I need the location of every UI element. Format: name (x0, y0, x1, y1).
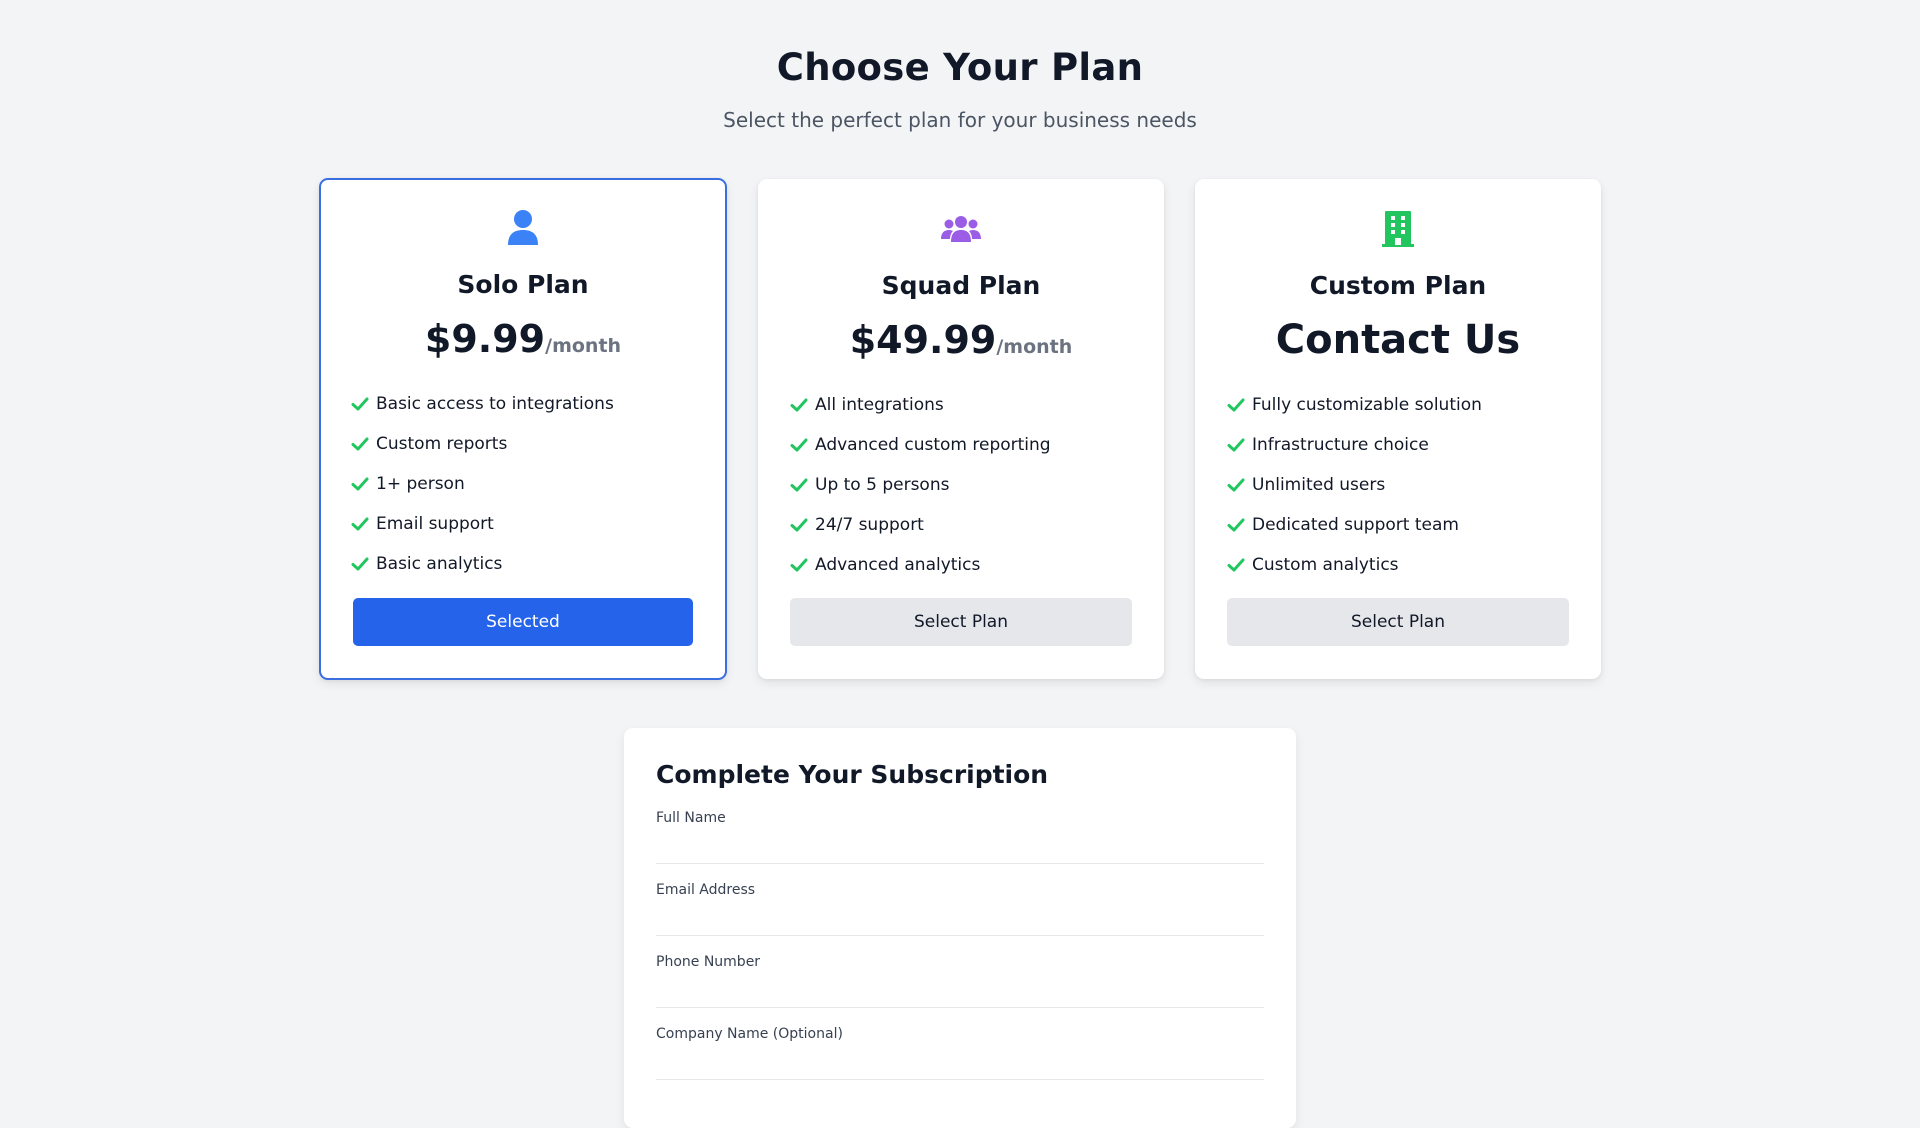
feature-label: Unlimited users (1252, 475, 1386, 495)
feature-item: Up to 5 persons (790, 465, 1132, 505)
feature-label: Basic analytics (376, 554, 503, 574)
feature-label: Email support (376, 514, 494, 534)
price-amount: $49.99 (849, 318, 997, 362)
check-icon (1227, 516, 1245, 534)
user-icon (351, 208, 695, 248)
users-icon (790, 209, 1132, 249)
check-icon (351, 435, 369, 453)
company-field: Company Name (Optional) (656, 1008, 1264, 1080)
feature-label: Dedicated support team (1252, 515, 1459, 535)
price: $9.99/month (351, 314, 695, 364)
phone-field: Phone Number (656, 936, 1264, 1008)
check-icon (790, 436, 808, 454)
plan-name: Solo Plan (457, 270, 589, 299)
price: Contact Us (1227, 315, 1569, 365)
full-name-input[interactable] (656, 830, 1264, 864)
feature-item: 24/7 support (790, 505, 1132, 545)
feature-label: Infrastructure choice (1252, 435, 1429, 455)
contact-us-label: Contact Us (1275, 317, 1521, 363)
select-plan-button[interactable]: Select Plan (1227, 598, 1569, 646)
check-icon (790, 476, 808, 494)
plan-name: Custom Plan (1309, 271, 1487, 300)
plan-card-squad[interactable]: Squad Plan $49.99/month All integrations… (758, 179, 1164, 679)
form-title: Complete Your Subscription (656, 760, 1049, 789)
feature-list: All integrations Advanced custom reporti… (790, 385, 1132, 585)
subscription-form: Complete Your Subscription Full Name Ema… (624, 728, 1296, 1128)
email-input[interactable] (656, 902, 1264, 936)
company-label: Company Name (Optional) (656, 1026, 843, 1042)
feature-label: Advanced custom reporting (815, 435, 1051, 455)
feature-label: 24/7 support (815, 515, 924, 535)
page-title: Choose Your Plan (776, 46, 1144, 89)
check-icon (351, 555, 369, 573)
check-icon (790, 396, 808, 414)
feature-item: Basic analytics (351, 544, 695, 584)
check-icon (1227, 396, 1245, 414)
check-icon (1227, 476, 1245, 494)
feature-label: Up to 5 persons (815, 475, 950, 495)
email-label: Email Address (656, 882, 756, 898)
plan-name: Squad Plan (881, 271, 1041, 300)
plan-list: Solo Plan $9.99/month Basic access to in… (319, 178, 1601, 680)
feature-item: Email support (351, 504, 695, 544)
full-name-label: Full Name (656, 810, 726, 826)
feature-list: Basic access to integrations Custom repo… (351, 384, 695, 584)
full-name-field: Full Name (656, 792, 1264, 864)
feature-label: Fully customizable solution (1252, 395, 1482, 415)
check-icon (351, 475, 369, 493)
company-input[interactable] (656, 1046, 1264, 1080)
feature-label: Custom analytics (1252, 555, 1399, 575)
price-period: /month (545, 335, 622, 357)
price-amount: $9.99 (424, 317, 546, 361)
feature-item: Custom analytics (1227, 545, 1569, 585)
check-icon (790, 556, 808, 574)
price: $49.99/month (790, 315, 1132, 365)
feature-label: Custom reports (376, 434, 508, 454)
select-plan-button[interactable]: Select Plan (790, 598, 1132, 646)
feature-item: Advanced analytics (790, 545, 1132, 585)
feature-label: Advanced analytics (815, 555, 981, 575)
price-period: /month (996, 336, 1073, 358)
check-icon (790, 516, 808, 534)
feature-item: Basic access to integrations (351, 384, 695, 424)
page-subtitle: Select the perfect plan for your busines… (723, 108, 1197, 132)
plan-card-custom[interactable]: Custom Plan Contact Us Fully customizabl… (1195, 179, 1601, 679)
email-field: Email Address (656, 864, 1264, 936)
feature-item: Dedicated support team (1227, 505, 1569, 545)
selected-button[interactable]: Selected (353, 598, 693, 646)
plan-card-solo[interactable]: Solo Plan $9.99/month Basic access to in… (319, 178, 727, 680)
check-icon (351, 515, 369, 533)
phone-label: Phone Number (656, 954, 761, 970)
page-header: Choose Your Plan Select the perfect plan… (0, 0, 1920, 133)
feature-label: All integrations (815, 395, 944, 415)
check-icon (1227, 556, 1245, 574)
feature-list: Fully customizable solution Infrastructu… (1227, 385, 1569, 585)
feature-item: Fully customizable solution (1227, 385, 1569, 425)
feature-item: Custom reports (351, 424, 695, 464)
feature-label: 1+ person (376, 474, 465, 494)
feature-item: 1+ person (351, 464, 695, 504)
feature-item: Advanced custom reporting (790, 425, 1132, 465)
feature-item: Unlimited users (1227, 465, 1569, 505)
building-icon (1227, 209, 1569, 249)
phone-input[interactable] (656, 974, 1264, 1008)
check-icon (351, 395, 369, 413)
feature-label: Basic access to integrations (376, 394, 614, 414)
feature-item: All integrations (790, 385, 1132, 425)
check-icon (1227, 436, 1245, 454)
feature-item: Infrastructure choice (1227, 425, 1569, 465)
